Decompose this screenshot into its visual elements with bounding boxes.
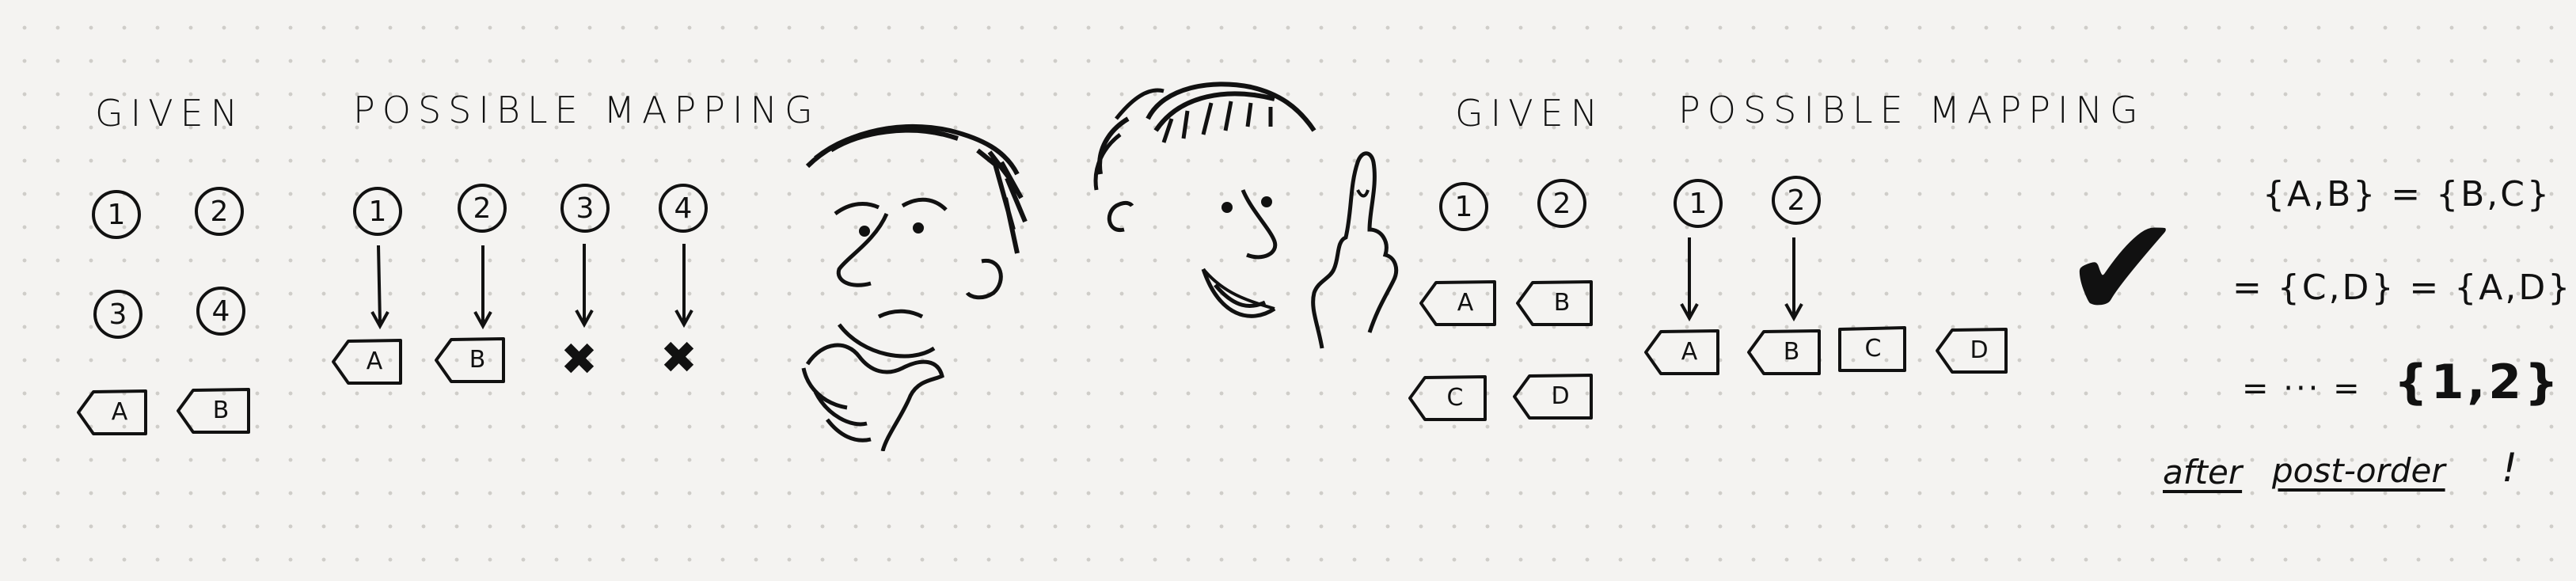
right-given-tag-d: D [1512,372,1594,420]
right-given-tag-b: B [1515,279,1594,326]
left-map-arrow-2 [473,245,492,330]
right-map-tag-c: C [1835,325,1909,372]
left-given-tag-a: A [76,388,149,435]
left-mapping-label: POSSIBLE MAPPING [353,89,820,131]
left-map-target-b: B [434,336,507,383]
right-given-node-1: 1 [1439,182,1488,231]
left-map-arrow-1 [370,245,389,330]
right-map-node-2: 2 [1772,176,1821,225]
left-map-node-2: 2 [458,184,507,233]
left-map-cross-4: ✖ [660,332,697,384]
footer-word-after: after [2163,453,2243,492]
thinking-face-illustration [801,124,1028,451]
right-given-tag-a: A [1419,279,1498,326]
left-given-node-4: 4 [196,287,245,336]
left-map-arrow-3 [575,244,594,328]
left-map-node-4: 4 [659,184,708,233]
equation-line-3-result: {1,2} [2394,355,2562,410]
left-map-target-a: A [331,337,404,385]
left-given-label: GIVEN [95,92,245,135]
left-map-cross-3: ✖ [560,334,598,385]
left-map-node-1: 1 [353,187,402,236]
left-given-node-2: 2 [195,187,244,236]
right-map-arrow-2 [1784,237,1803,322]
right-map-tag-d: D [1935,326,2009,374]
left-given-tag-b: B [176,386,252,434]
left-map-node-3: 3 [560,184,610,233]
left-given-node-1: 1 [92,190,141,239]
checkmark-icon: ✔ [2063,186,2183,351]
right-map-tag-a: A [1643,328,1721,375]
footer-word-post-order: post-order [2272,451,2445,490]
left-given-node-3: 3 [93,290,142,339]
right-map-tag-b: B [1746,328,1822,375]
equation-line-2: = {C,D} = {A,D} [2232,268,2573,308]
right-given-tag-c: C [1408,374,1488,421]
right-mapping-label: POSSIBLE MAPPING [1678,89,2145,131]
footer-exclamation: ! [2502,445,2518,491]
right-map-node-1: 1 [1674,179,1723,228]
idea-face-illustration [1093,82,1399,349]
right-map-arrow-1 [1680,237,1699,322]
equation-line-1: {A,B} = {B,C} [2263,174,2551,215]
right-given-label: GIVEN [1455,92,1605,135]
left-map-arrow-4 [674,244,693,328]
right-given-node-2: 2 [1537,179,1586,228]
equation-line-3-prefix: = ··· = [2242,370,2362,407]
